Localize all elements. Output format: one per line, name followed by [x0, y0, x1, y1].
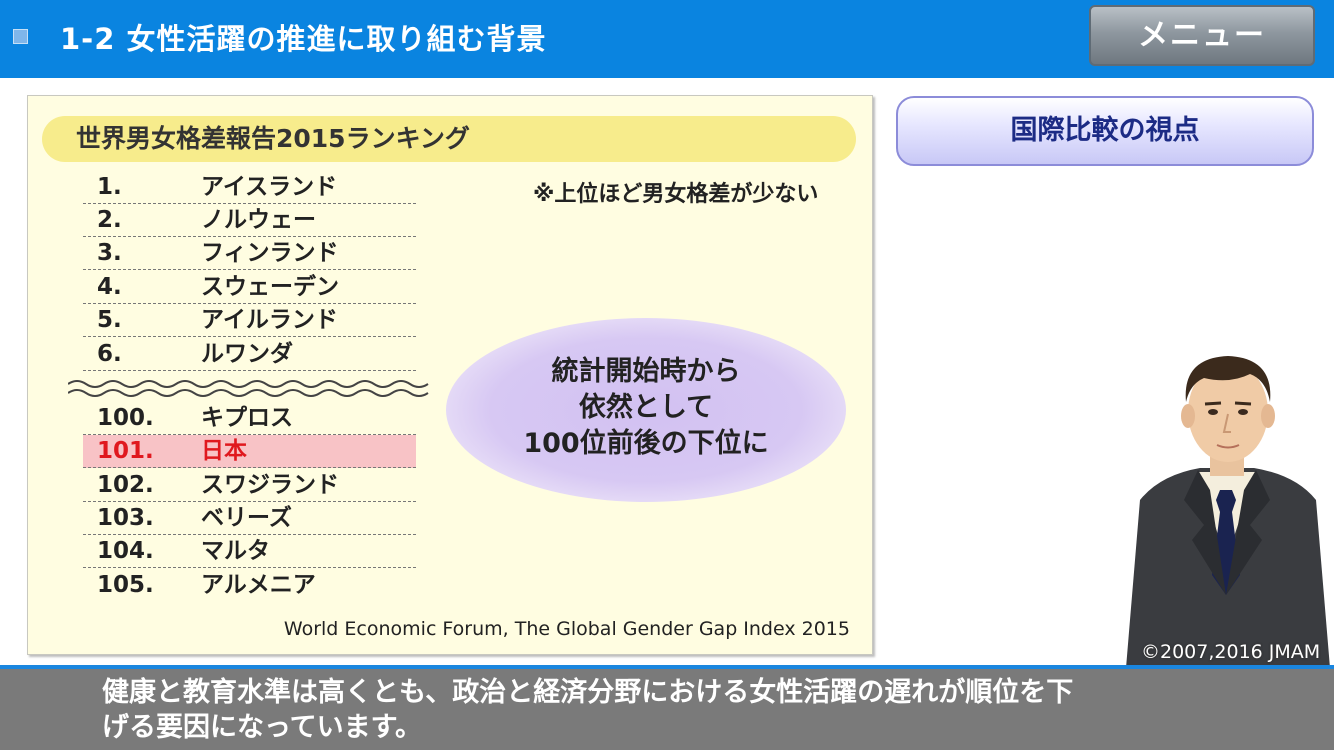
rank-number: 3.	[97, 240, 122, 266]
callout-line: 統計開始時から	[551, 356, 741, 387]
ranking-panel: 世界男女格差報告2015ランキング ※上位ほど男女格差が少ない 1. アイスラン…	[27, 95, 873, 655]
copyright-text: ©2007,2016 JMAM	[1141, 641, 1321, 663]
rank-country: スワジランド	[201, 472, 339, 498]
rank-number: 5.	[97, 307, 122, 333]
international-comparison-button[interactable]: 国際比較の視点	[896, 96, 1314, 166]
rank-country: アルメニア	[201, 572, 316, 598]
ranking-row: 104. マルタ	[83, 535, 416, 568]
subtitle-bar: 健康と教育水準は高くとも、政治と経済分野における女性活躍の遅れが順位を下 げる要…	[0, 669, 1334, 750]
rank-number: 103.	[97, 505, 154, 531]
ranking-note: ※上位ほど男女格差が少ない	[533, 182, 819, 207]
rank-number: 104.	[97, 538, 154, 564]
rank-number: 1.	[97, 174, 122, 200]
subtitle-line: げる要因になっています。	[102, 712, 422, 743]
ranking-row: 103. ベリーズ	[83, 502, 416, 535]
page-title: 1-2 女性活躍の推進に取り組む背景	[60, 22, 547, 56]
rank-country: アイスランド	[201, 174, 338, 200]
ranking-row: 2. ノルウェー	[83, 204, 416, 237]
rank-country: アイルランド	[201, 307, 338, 333]
wavy-break-icon	[68, 380, 429, 397]
ranking-row: 105. アルメニア	[83, 569, 416, 602]
ranking-row: 6. ルワンダ	[83, 338, 416, 371]
rank-country: スウェーデン	[201, 274, 339, 300]
ranking-row: 1. アイスランド	[83, 171, 416, 204]
ranking-row: 4. スウェーデン	[83, 271, 416, 304]
ranking-row-japan: 101. 日本	[83, 435, 416, 468]
header-bar: 1-2 女性活躍の推進に取り組む背景 メニュー	[0, 0, 1334, 78]
source-citation: World Economic Forum, The Global Gender …	[283, 618, 850, 640]
callout-text: 統計開始時から 依然として 100位前後の下位に	[446, 354, 846, 462]
rank-country: ルワンダ	[201, 341, 293, 367]
subtitle-text: 健康と教育水準は高くとも、政治と経済分野における女性活躍の遅れが順位を下 げる要…	[102, 675, 1242, 745]
rank-country: ノルウェー	[201, 207, 316, 233]
rank-country: ベリーズ	[201, 505, 292, 531]
rank-number: 105.	[97, 572, 154, 598]
presenter-illustration	[1126, 356, 1330, 668]
subtitle-line: 健康と教育水準は高くとも、政治と経済分野における女性活躍の遅れが順位を下	[102, 677, 1074, 708]
rank-number: 102.	[97, 472, 154, 498]
ranking-row: 102. スワジランド	[83, 469, 416, 502]
ranking-row: 100. キプロス	[83, 402, 416, 435]
rank-country: キプロス	[201, 405, 293, 431]
rank-number: 2.	[97, 207, 122, 233]
menu-button[interactable]: メニュー	[1089, 5, 1315, 66]
rank-number: 6.	[97, 341, 122, 367]
rank-country: 日本	[201, 438, 247, 464]
rank-number: 4.	[97, 274, 122, 300]
rank-country: マルタ	[201, 538, 270, 564]
rank-number: 101.	[97, 438, 154, 464]
square-bullet-icon	[13, 29, 28, 44]
ranking-row: 5. アイルランド	[83, 304, 416, 337]
rank-number: 100.	[97, 405, 154, 431]
callout-line: 依然として	[578, 392, 714, 423]
rank-country: フィンランド	[201, 240, 339, 266]
callout-line: 100位前後の下位に	[523, 428, 769, 459]
ranking-row: 3. フィンランド	[83, 237, 416, 270]
panel-title: 世界男女格差報告2015ランキング	[42, 116, 856, 162]
